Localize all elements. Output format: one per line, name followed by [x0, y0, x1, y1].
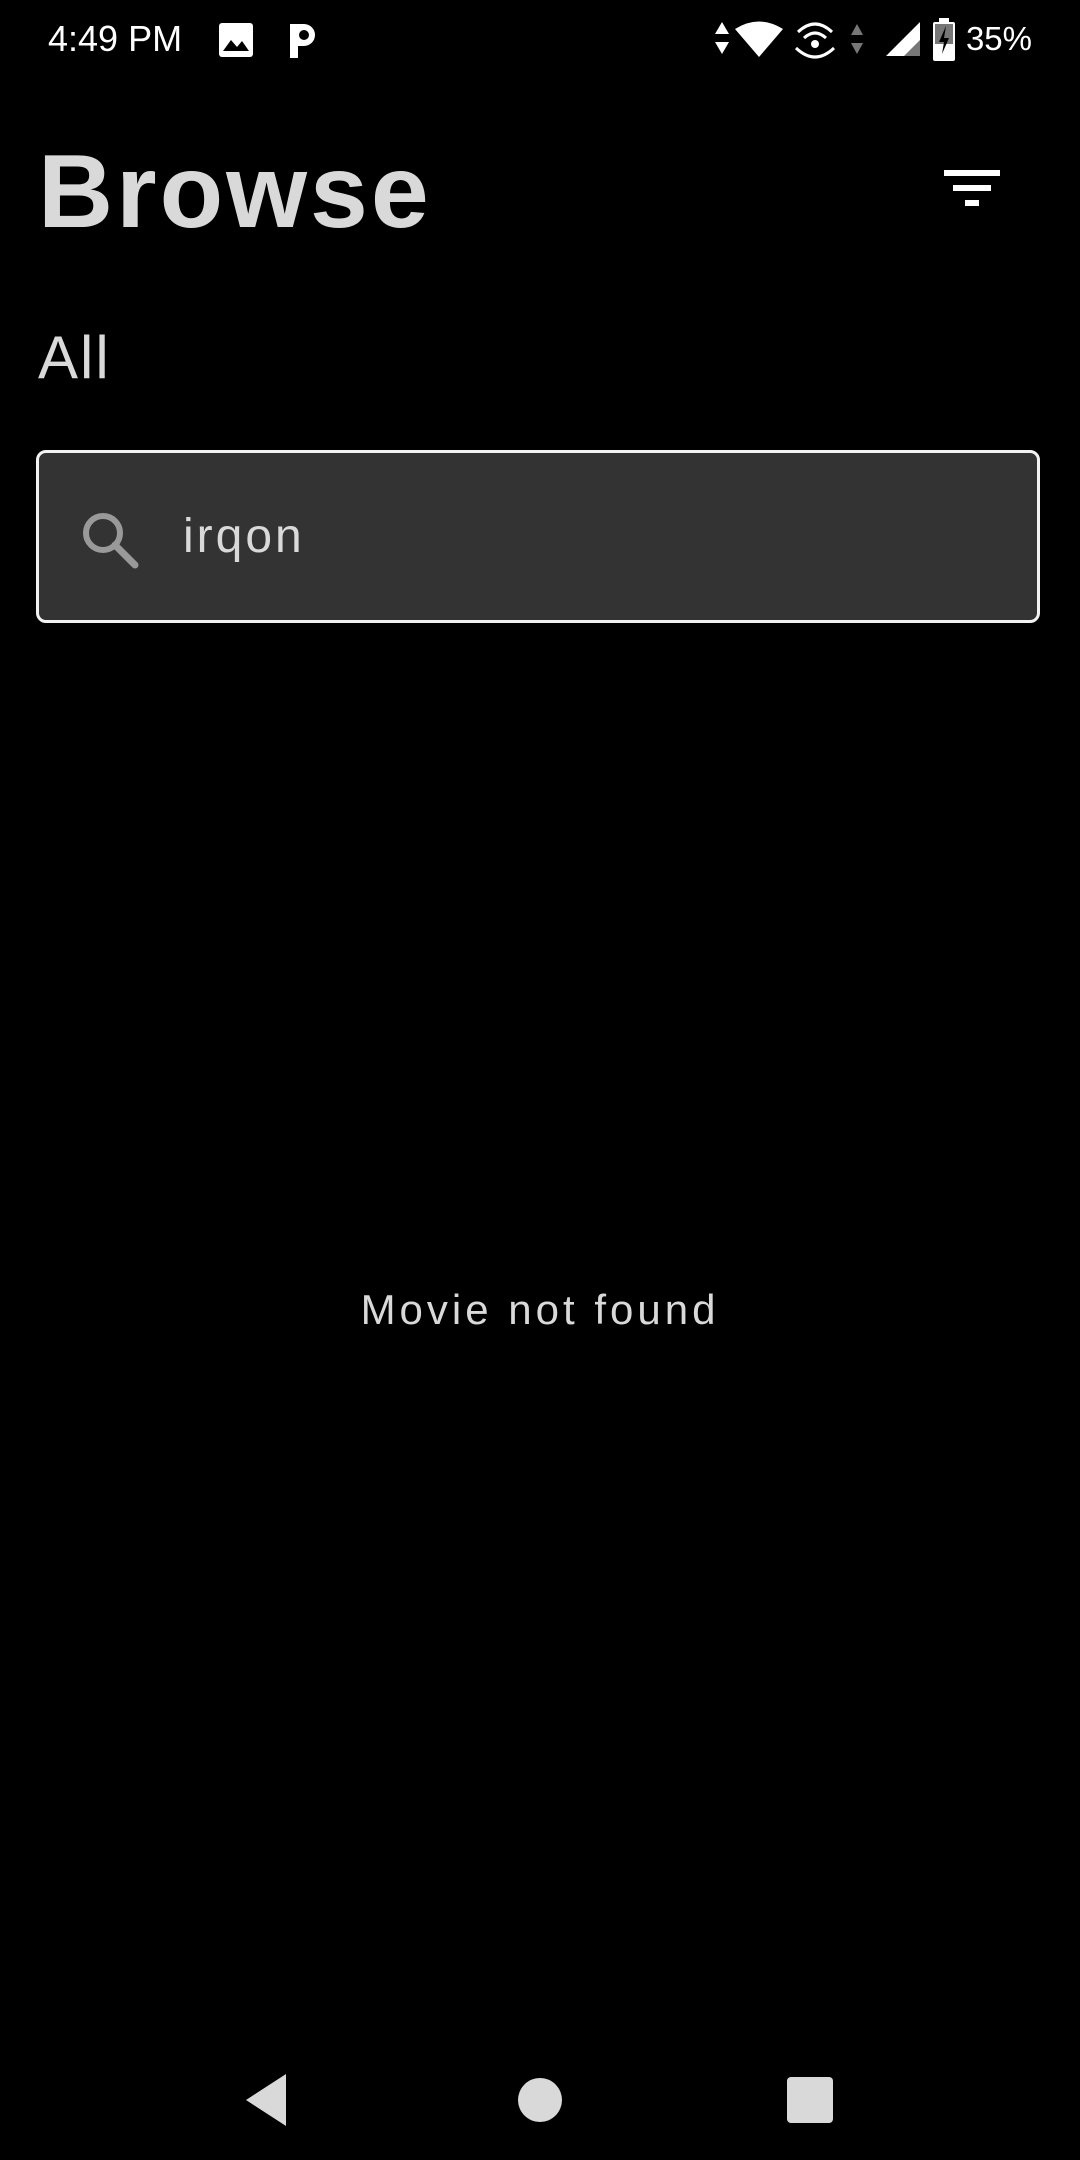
page-title: Browse [38, 134, 432, 250]
empty-state-message: Movie not found [360, 1286, 720, 1333]
home-icon[interactable] [500, 2070, 580, 2130]
cell-signal-icon [886, 22, 920, 56]
wifi-icon [735, 21, 783, 57]
category-label[interactable]: All [38, 318, 111, 398]
status-time: 4:49 PM [48, 18, 183, 59]
filter-icon[interactable] [920, 150, 1024, 254]
navigation-bar [0, 2040, 1080, 2160]
hotspot-icon [794, 22, 836, 59]
signal-arrows-icon [851, 24, 863, 54]
search-icon [83, 513, 139, 569]
recents-icon[interactable] [770, 2070, 850, 2130]
status-bar: 4:49 PM 35% [0, 0, 1080, 84]
battery-charging-icon [933, 18, 955, 61]
back-icon[interactable] [228, 2070, 308, 2130]
p-app-notification-icon [290, 24, 315, 58]
data-arrows-icon [715, 22, 729, 54]
search-input[interactable] [183, 453, 1003, 620]
battery-percent: 35% [965, 20, 1032, 57]
image-notification-icon [219, 23, 253, 57]
search-field[interactable] [36, 450, 1040, 623]
